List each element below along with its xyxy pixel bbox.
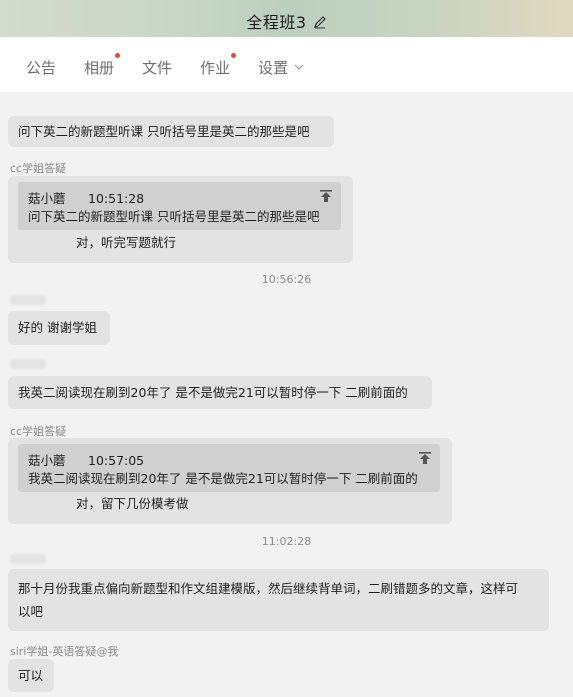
notification-dot [115, 53, 121, 58]
quoted-text: 问下英二的新题型听课 只听括号里是英二的那些是吧 [28, 209, 320, 224]
message-bubble[interactable]: 可以 [8, 659, 54, 692]
message-bubble[interactable]: 我英二阅读现在刷到20年了 是不是做完21可以暂时停一下 二刷前面的 [8, 376, 432, 409]
timestamp: 11:02:28 [261, 535, 312, 548]
blurred-sender-name [10, 554, 46, 564]
message-bubble[interactable]: 问下英二的新题型听课 只听括号里是英二的那些是吧 [8, 116, 334, 147]
sender-name: cc学姐答疑 [10, 162, 67, 175]
message-text: 我英二阅读现在刷到20年了 是不是做完21可以暂时停一下 二刷前面的 [18, 385, 408, 400]
group-title: 全程班3 [0, 9, 573, 33]
group-title-text: 全程班3 [246, 13, 307, 32]
quoted-text: 我英二阅读现在刷到20年了 是不是做完21可以暂时停一下 二刷前面的 [28, 471, 418, 486]
reply-bubble[interactable]: 菇小蘑 10:51:28 问下英二的新题型听课 只听括号里是英二的那些是吧 对，… [8, 176, 353, 263]
tab-album[interactable]: 相册 [84, 53, 121, 78]
reply-text: 对，留下几份模考做 [76, 496, 189, 511]
reply-bubble[interactable]: 菇小蘑 10:57:05 我英二阅读现在刷到20年了 是不是做完21可以暂时停一… [8, 438, 452, 524]
message-text: 问下英二的新题型听课 只听括号里是英二的那些是吧 [18, 124, 310, 139]
message-list[interactable]: 问下英二的新题型听课 只听括号里是英二的那些是吧 cc学姐答疑 菇小蘑 10:5… [0, 92, 573, 697]
tab-label: 设置 [258, 59, 289, 77]
message-text-line: 那十月份我重点偏向新题型和作文组建模版，然后继续背单词，二刷错题多的文章，这样可 [18, 581, 519, 596]
chat-header: 全程班3 [0, 0, 573, 37]
reply-text: 对，听完写题就行 [76, 235, 177, 250]
sender-name: cc学姐答疑 [10, 425, 67, 438]
sender-name: siri学姐-英语答疑@我 [10, 645, 119, 658]
tab-announcement[interactable]: 公告 [26, 57, 56, 78]
message-bubble[interactable]: 那十月份我重点偏向新题型和作文组建模版，然后继续背单词，二刷错题多的文章，这样可… [8, 569, 549, 631]
notification-dot [231, 53, 237, 58]
tab-label: 公告 [26, 59, 57, 77]
edit-icon[interactable] [313, 15, 327, 29]
message-text: 可以 [18, 668, 44, 683]
tab-settings[interactable]: 设置 [258, 57, 304, 78]
quoted-message[interactable]: 菇小蘑 10:51:28 问下英二的新题型听课 只听括号里是英二的那些是吧 [18, 182, 341, 230]
message-text: 好的 谢谢学姐 [18, 320, 97, 335]
tab-bar: 公告 相册 文件 作业 设置 [0, 37, 573, 87]
blurred-sender-name [10, 359, 46, 369]
tab-label: 作业 [200, 59, 231, 77]
tab-label: 相册 [84, 59, 115, 77]
tab-label: 文件 [142, 59, 173, 77]
scroll-to-top-icon[interactable] [418, 451, 432, 465]
message-bubble[interactable]: 好的 谢谢学姐 [8, 311, 110, 345]
quoted-message[interactable]: 菇小蘑 10:57:05 我英二阅读现在刷到20年了 是不是做完21可以暂时停一… [18, 444, 440, 492]
chevron-down-icon [294, 64, 304, 70]
timestamp: 10:56:26 [261, 273, 312, 286]
blurred-sender-name [10, 295, 46, 305]
message-text-line: 以吧 [18, 604, 44, 619]
scroll-to-top-icon[interactable] [319, 189, 333, 203]
tab-files[interactable]: 文件 [142, 57, 172, 78]
tab-homework[interactable]: 作业 [200, 53, 237, 78]
